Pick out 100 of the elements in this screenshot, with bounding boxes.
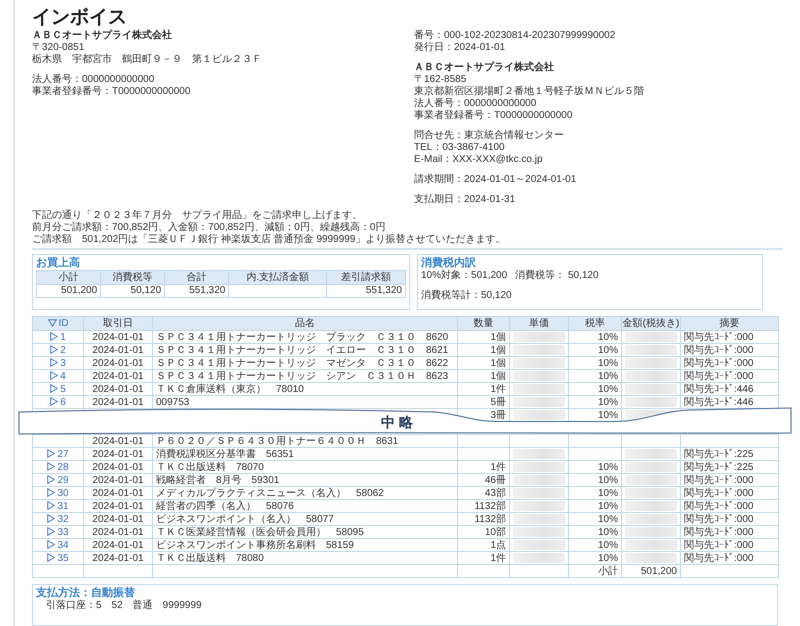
table-cell: 10% [568, 382, 622, 396]
table-cell: 10% [568, 526, 622, 538]
table-cell: 551,320 [164, 284, 229, 298]
table-cell: ビジネスワンポイント事務所名刷料 58159 [152, 538, 458, 552]
row-expand-link[interactable]: 6 [32, 396, 84, 408]
row-expand-link[interactable]: 4 [32, 370, 84, 382]
table-cell: 1点 [458, 538, 510, 552]
row-expand-link[interactable]: 28 [32, 460, 84, 474]
issuer-corporate-number: 法人番号：0000000000000 [32, 74, 156, 86]
row-expand-link[interactable]: 30 [32, 486, 84, 500]
table-cell: 1件 [458, 460, 510, 474]
recipient-corporate-number: 法人番号：0000000000000 [414, 98, 538, 110]
table-cell: 1132部 [458, 512, 510, 526]
column-header: 取引日 [84, 316, 152, 330]
column-header: 消費税等 [100, 270, 165, 284]
taxable-amount: 10%対象：501,200 [421, 270, 508, 282]
table-cell: ＳＰＣ３４１用トナーカートリッジ シアン Ｃ３１０Ｈ 8623 [152, 370, 458, 382]
table-cell: 10% [568, 344, 622, 356]
table-cell: 10% [568, 474, 622, 486]
table-cell: 10% [568, 330, 622, 344]
table-cell: 関与先ｺｰﾄﾞ:000 [680, 330, 778, 344]
table-cell: ＴＫＣ医業経営情報（医会研会員用） 58095 [152, 526, 458, 538]
table-cell: 2024-01-01 [84, 512, 152, 526]
table-cell: 関与先ｺｰﾄﾞ:000 [680, 370, 778, 382]
table-cell: ＳＰＣ３４１用トナーカートリッジ マゼンタ Ｃ３１０ 8622 [152, 356, 458, 370]
table-cell: 10% [568, 552, 622, 564]
table-cell: 1件 [458, 552, 510, 564]
column-header: 小計 [36, 270, 101, 284]
table-cell: ＳＰＣ３４１用トナーカートリッジ イエロー Ｃ３１０ 8621 [152, 344, 458, 356]
recipient-name: ＡＢＣオートサプライ株式会社 [414, 62, 555, 74]
table-cell: 2024-01-01 [84, 460, 152, 474]
table-cell: 関与先ｺｰﾄﾞ:000 [680, 526, 778, 538]
id-column-header[interactable]: ID [32, 316, 84, 330]
column-header: 差引請求額 [326, 270, 406, 284]
table-cell: 10% [568, 538, 622, 552]
table-cell: 2024-01-01 [84, 356, 152, 370]
recipient-registration-number: 事業者登録番号：T0000000000000 [414, 110, 574, 122]
omission-label: 中 略 [381, 414, 413, 430]
row-expand-link[interactable]: 31 [32, 500, 84, 512]
row-expand-link[interactable]: 3 [32, 356, 84, 370]
table-cell: メディカルプラクティスニュース（名入） 58062 [152, 486, 458, 500]
issuer-name: ＡＢＣオートサプライ株式会社 [32, 30, 173, 42]
contact-email: E-Mail：XXX-XXX@tkc.co.jp [414, 154, 544, 166]
table-cell: 2024-01-01 [84, 486, 152, 500]
issuer-postal-code: 〒320-0851 [32, 42, 86, 54]
column-header: 数量 [458, 316, 510, 330]
table-cell: 関与先ｺｰﾄﾞ:000 [680, 500, 778, 512]
table-cell: 消費税課税区分基準書 56351 [152, 448, 458, 460]
table-cell: 551,320 [326, 284, 406, 298]
row-expand-link[interactable]: 5 [32, 382, 84, 396]
column-header: 摘要 [680, 316, 778, 330]
table-cell: 501,200 [36, 284, 101, 298]
table-cell: Ｐ６０２０／ＳＰ６４３０用トナー６４００Ｈ 8631 [152, 434, 458, 448]
column-header: 金額(税抜き) [622, 316, 680, 330]
table-cell: 関与先ｺｰﾄﾞ:000 [680, 552, 778, 564]
message-line: 前月分ご請求額：700,852円、入金額：700,852円、減額：0円、繰越残高：0円 [32, 222, 386, 234]
panel-title: お買上高 [36, 257, 81, 270]
table-cell: 46冊 [458, 474, 510, 486]
row-expand-link[interactable]: 27 [32, 448, 84, 460]
invoice-title: インボイス [32, 6, 128, 29]
column-header: 税率 [568, 316, 622, 330]
table-cell: 2024-01-01 [84, 526, 152, 538]
sort-triangle-icon [48, 319, 56, 327]
invoice-number: 番号：000-102-20230814-202307999990002 [414, 30, 616, 42]
issuer-registration-number: 事業者登録番号：T0000000000000 [32, 86, 192, 98]
table-cell: 関与先ｺｰﾄﾞ:446 [680, 382, 778, 396]
row-expand-link[interactable]: 35 [32, 552, 84, 564]
tax-amount: 消費税等： 50,120 [515, 270, 599, 282]
table-cell: ビジネスワンポイント（名入） 58077 [152, 512, 458, 526]
column-header: 内.支払済金額 [228, 270, 327, 284]
row-expand-link[interactable]: 33 [32, 526, 84, 538]
table-cell: 10% [568, 370, 622, 382]
table-cell: 10% [568, 512, 622, 526]
table-cell: 関与先ｺｰﾄﾞ:000 [680, 474, 778, 486]
row-expand-link[interactable]: 2 [32, 344, 84, 356]
table-cell: 1個 [458, 344, 510, 356]
table-cell: 50,120 [100, 284, 165, 298]
table-cell: ＴＫＣ倉庫送料（東京） 78010 [152, 382, 458, 396]
table-cell: 2024-01-01 [84, 382, 152, 396]
table-cell: 2024-01-01 [84, 344, 152, 356]
debit-account: 引落口座：5 52 普通 9999999 [45, 600, 203, 612]
table-cell: 2024-01-01 [84, 474, 152, 486]
table-cell: 関与先ｺｰﾄﾞ:225 [680, 448, 778, 460]
table-cell: 2024-01-01 [84, 448, 152, 460]
contact-name: 問合せ先：東京統合情報センター [414, 130, 565, 142]
row-expand-link[interactable]: 29 [32, 474, 84, 486]
table-cell: 1個 [458, 370, 510, 382]
table-cell: 関与先ｺｰﾄﾞ:000 [680, 538, 778, 552]
table-cell: 1個 [458, 330, 510, 344]
issue-date: 発行日：2024-01-01 [414, 42, 506, 54]
row-expand-link[interactable]: 34 [32, 538, 84, 552]
column-header: 合計 [164, 270, 229, 284]
table-cell: 経営者の四季（名入） 58076 [152, 500, 458, 512]
row-expand-link[interactable]: 1 [32, 330, 84, 344]
table-cell: 2024-01-01 [84, 552, 152, 564]
table-cell: 関与先ｺｰﾄﾞ:000 [680, 512, 778, 526]
table-cell: 1個 [458, 356, 510, 370]
row-expand-link[interactable]: 32 [32, 512, 84, 526]
table-cell: 2024-01-01 [84, 434, 152, 448]
table-cell: 関与先ｺｰﾄﾞ:000 [680, 356, 778, 370]
